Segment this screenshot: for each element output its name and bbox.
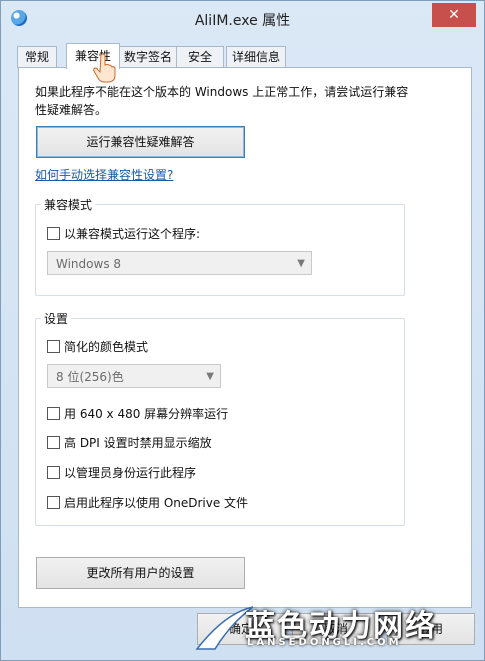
reduced-color-checkbox[interactable]: [47, 340, 60, 353]
close-button[interactable]: ✕: [432, 3, 476, 27]
settings-group: 设置 简化的颜色模式 8 位(256)色 ▼ 用 640 x 480 屏幕分辨率…: [35, 310, 405, 526]
change-all-users-button[interactable]: 更改所有用户的设置: [36, 557, 245, 589]
onedrive-label: 启用此程序以使用 OneDrive 文件: [64, 496, 249, 510]
reduced-color-label: 简化的颜色模式: [64, 340, 149, 354]
compat-mode-checkbox[interactable]: [47, 227, 60, 240]
compat-mode-checkbox-row[interactable]: 以兼容模式运行这个程序:: [47, 225, 200, 242]
tab-security[interactable]: 安全: [176, 46, 224, 68]
window-title: AliIM.exe 属性: [194, 13, 291, 29]
run-admin-row[interactable]: 以管理员身份运行此程序: [47, 464, 196, 481]
watermark-logo: 蓝色动力网络 LANSEDONGLI.COM: [195, 601, 475, 651]
color-depth-select[interactable]: 8 位(256)色 ▼: [47, 364, 221, 388]
res-640-checkbox[interactable]: [47, 407, 60, 420]
hand-cursor-icon: [93, 53, 116, 83]
tab-digital-signatures[interactable]: 数字签名: [119, 46, 177, 68]
res-640-row[interactable]: 用 640 x 480 屏幕分辨率运行: [47, 405, 228, 422]
tab-general[interactable]: 常规: [17, 46, 57, 68]
onedrive-checkbox[interactable]: [47, 496, 60, 509]
compat-group-title: 兼容模式: [41, 196, 96, 213]
windows-version-value: Windows 8: [56, 257, 122, 271]
run-troubleshooter-button[interactable]: 运行兼容性疑难解答: [36, 126, 245, 158]
onedrive-row[interactable]: 启用此程序以使用 OneDrive 文件: [47, 494, 248, 511]
intro-text: 如果此程序不能在这个版本的 Windows 上正常工作，请尝试运行兼容性疑难解答…: [35, 85, 409, 117]
high-dpi-label: 高 DPI 设置时禁用显示缩放: [64, 436, 212, 450]
run-admin-label: 以管理员身份运行此程序: [64, 466, 197, 480]
compat-mode-label: 以兼容模式运行这个程序:: [64, 227, 201, 241]
properties-window: AliIM.exe 属性 ✕ 常规 兼容性 数字签名 安全 详细信息 如果此程序…: [0, 0, 485, 661]
high-dpi-checkbox[interactable]: [47, 436, 60, 449]
compat-mode-group: 兼容模式 以兼容模式运行这个程序: Windows 8 ▼: [35, 196, 405, 296]
compatibility-panel: 如果此程序不能在这个版本的 Windows 上正常工作，请尝试运行兼容性疑难解答…: [18, 67, 472, 608]
reduced-color-row[interactable]: 简化的颜色模式: [47, 338, 148, 355]
res-640-label: 用 640 x 480 屏幕分辨率运行: [64, 407, 229, 421]
color-depth-value: 8 位(256)色: [56, 370, 124, 384]
settings-group-title: 设置: [41, 310, 72, 327]
chevron-down-icon: ▼: [297, 258, 305, 269]
tab-details[interactable]: 详细信息: [226, 46, 286, 68]
manual-settings-link[interactable]: 如何手动选择兼容性设置?: [35, 166, 173, 183]
watermark-url: LANSEDONGLI.COM: [247, 637, 402, 648]
chevron-down-icon: ▼: [206, 371, 214, 382]
run-admin-checkbox[interactable]: [47, 466, 60, 479]
title-bar[interactable]: AliIM.exe 属性 ✕: [1, 1, 484, 37]
windows-version-select[interactable]: Windows 8 ▼: [47, 251, 312, 275]
high-dpi-row[interactable]: 高 DPI 设置时禁用显示缩放: [47, 434, 212, 451]
